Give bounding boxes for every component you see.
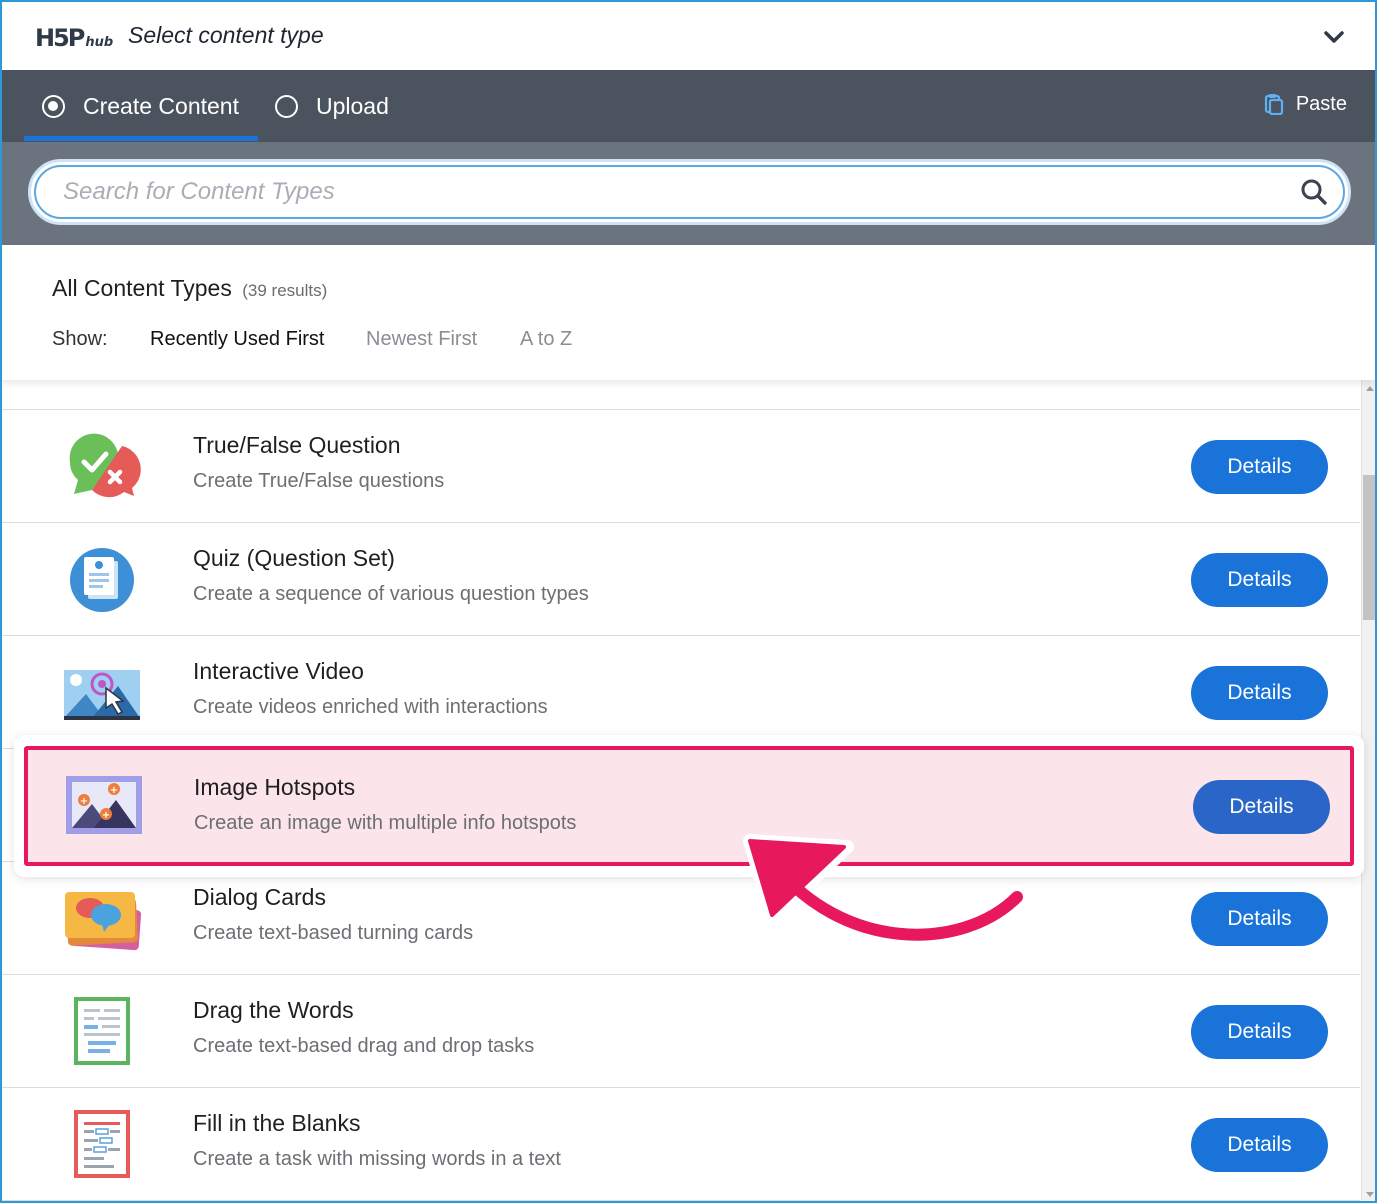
- svg-text:+: +: [102, 810, 110, 821]
- item-description: Create videos enriched with interactions: [193, 696, 548, 718]
- scroll-down-arrow-icon[interactable]: [1365, 1190, 1375, 1200]
- item-description: Create text-based drag and drop tasks: [193, 1035, 535, 1057]
- search-band: [2, 142, 1375, 245]
- search-input[interactable]: [63, 176, 1243, 208]
- header-title: Select content type: [128, 22, 324, 48]
- list-item[interactable]: Interactive Video Create videos enriched…: [2, 636, 1360, 749]
- list-item[interactable]: Fill in the Blanks Create a task with mi…: [2, 1088, 1360, 1201]
- svg-text:+: +: [80, 796, 88, 807]
- logo-main: H5P: [35, 24, 85, 52]
- tab-create-content[interactable]: Create Content: [42, 70, 239, 142]
- paste-label: Paste: [1295, 92, 1347, 115]
- details-button[interactable]: Details: [1191, 1005, 1328, 1059]
- item-description: Create a task with missing words in a te…: [193, 1148, 561, 1170]
- item-title: True/False Question: [193, 432, 401, 458]
- details-button[interactable]: Details: [1191, 1118, 1328, 1172]
- chevron-down-icon[interactable]: [1323, 26, 1345, 48]
- image-hotspots-icon: + + +: [66, 776, 142, 834]
- interactive-video-icon: [64, 670, 140, 720]
- true-false-icon: [69, 433, 141, 498]
- details-button[interactable]: Details: [1193, 780, 1330, 834]
- paste-button[interactable]: Paste: [1264, 70, 1347, 138]
- dialog-cards-icon: [65, 892, 142, 951]
- list-item-highlighted[interactable]: + + + Image Hotspots Create an image wit…: [24, 746, 1354, 866]
- list-item[interactable]: Drag the Words Create text-based drag an…: [2, 975, 1360, 1088]
- scroll-up-arrow-icon[interactable]: [1365, 383, 1375, 393]
- h5p-hub-logo: H5P hub: [35, 24, 113, 52]
- item-description: Create True/False questions: [193, 470, 445, 492]
- show-label: Show:: [52, 328, 108, 350]
- search-icon[interactable]: [1300, 178, 1328, 206]
- item-description: Create a sequence of various question ty…: [193, 583, 589, 605]
- tab-bar: Create Content Upload Paste: [2, 70, 1375, 142]
- logo-sub: hub: [85, 35, 114, 50]
- results-title: All Content Types: [52, 275, 232, 301]
- details-button[interactable]: Details: [1191, 666, 1328, 720]
- item-description: Create text-based turning cards: [193, 922, 474, 944]
- quiz-icon: [70, 548, 134, 612]
- details-button[interactable]: Details: [1191, 440, 1328, 494]
- sort-recently-used[interactable]: Recently Used First: [150, 328, 325, 351]
- details-button[interactable]: Details: [1191, 553, 1328, 607]
- active-tab-indicator: [24, 136, 258, 141]
- item-title: Fill in the Blanks: [193, 1110, 361, 1136]
- clipboard-icon: [1264, 94, 1283, 115]
- item-description: Create an image with multiple info hotsp…: [194, 812, 577, 834]
- item-title: Quiz (Question Set): [193, 545, 395, 571]
- item-title: Image Hotspots: [194, 774, 356, 800]
- item-title: Drag the Words: [193, 997, 354, 1023]
- tab-upload-label: Upload: [316, 92, 389, 119]
- sort-newest-first[interactable]: Newest First: [366, 328, 477, 351]
- list-item[interactable]: Quiz (Question Set) Create a sequence of…: [2, 523, 1360, 636]
- sort-a-to-z[interactable]: A to Z: [520, 328, 572, 351]
- annotation-arrow-icon: [743, 834, 1029, 947]
- results-heading: All Content Types (39 results): [52, 275, 327, 302]
- radio-selected-icon: [42, 94, 65, 118]
- tab-upload[interactable]: Upload: [275, 70, 389, 142]
- list-item[interactable]: Dialog Cards Create text-based turning c…: [2, 862, 1360, 975]
- item-title: Dialog Cards: [193, 884, 326, 910]
- list-item-partial[interactable]: [2, 380, 1360, 410]
- list-item[interactable]: True/False Question Create True/False qu…: [2, 410, 1360, 523]
- item-title: Interactive Video: [193, 658, 364, 684]
- results-count: (39 results): [242, 281, 328, 300]
- drag-the-words-icon: [74, 997, 130, 1065]
- details-button[interactable]: Details: [1191, 892, 1328, 946]
- filter-bar: All Content Types (39 results) Show: Rec…: [2, 245, 1375, 380]
- content-type-selector: H5P hub Select content type Create Conten…: [0, 0, 1377, 1203]
- radio-unselected-icon: [275, 94, 298, 118]
- scrollbar-thumb[interactable]: [1363, 475, 1375, 620]
- fill-in-blanks-icon: [74, 1110, 130, 1178]
- tab-create-label: Create Content: [83, 92, 239, 119]
- hub-header[interactable]: H5P hub Select content type: [2, 2, 1375, 70]
- search-box[interactable]: [28, 159, 1351, 225]
- svg-text:+: +: [110, 785, 118, 796]
